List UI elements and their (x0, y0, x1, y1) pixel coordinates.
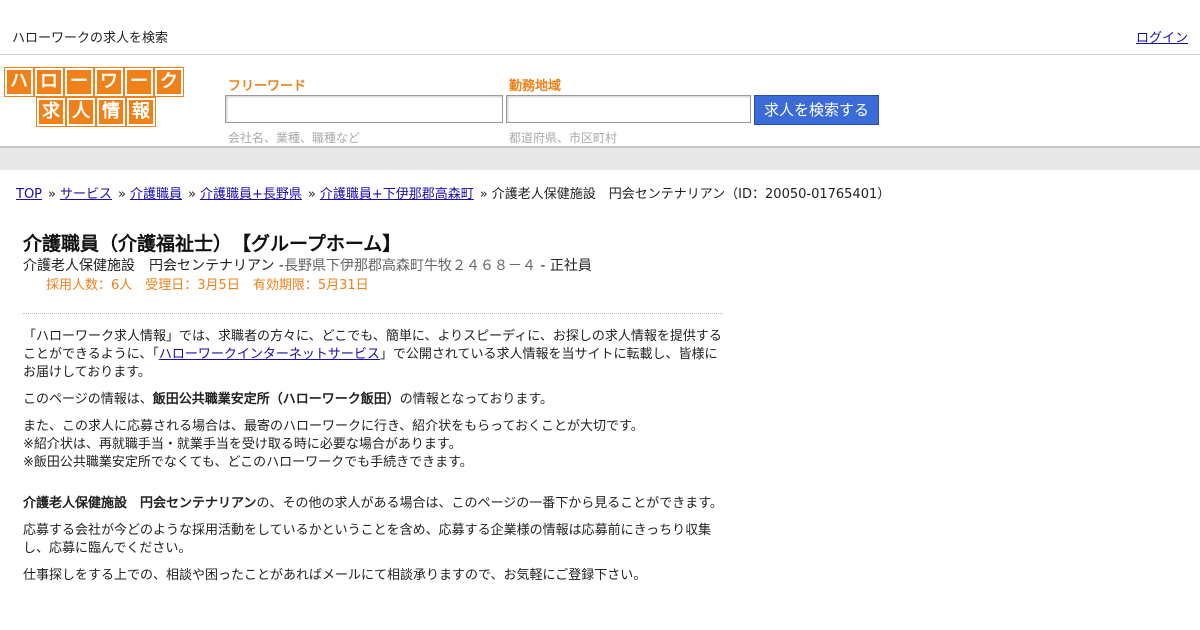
area-label: 勤務地域 (509, 79, 562, 94)
keyword-input[interactable] (225, 95, 503, 123)
header: ハ ロ ー ワ ー ク 求 人 情 報 フリーワード 会社名、業種、職種など 勤… (0, 55, 1200, 148)
site-logo[interactable]: ハ ロ ー ワ ー ク 求 人 情 報 (4, 67, 185, 128)
breadcrumb-sep: » (307, 187, 316, 202)
other-jobs-company: 介護老人保健施設 円会センテナリアン (23, 496, 257, 511)
logo-char: 情 (96, 97, 126, 127)
logo-char: ハ (4, 67, 34, 97)
breadcrumb-sep: » (118, 187, 126, 202)
referral-line-1: また、この求人に応募される場合は、最寄のハローワークに行き、紹介状をもらっておく… (23, 419, 644, 434)
main-content: 介護職員（介護福祉士） 【グループホーム】 介護老人保健施設 円会センテナリアン… (23, 232, 723, 594)
area-input[interactable] (506, 95, 751, 123)
breadcrumb-sep: » (187, 187, 196, 202)
divider (23, 313, 723, 314)
search-button[interactable]: 求人を検索する (754, 95, 879, 125)
breadcrumb-link-top[interactable]: TOP (16, 187, 42, 202)
separator-dash: - (274, 258, 284, 274)
breadcrumb-sep: » (479, 187, 488, 202)
breadcrumb-sep: » (48, 187, 56, 202)
breadcrumb-link-kaigo[interactable]: 介護職員 (130, 187, 182, 202)
breadcrumb-link-kaigo-nagano[interactable]: 介護職員+長野県 (200, 187, 302, 202)
breadcrumb-link-service[interactable]: サービス (60, 187, 112, 202)
sub-bar (0, 148, 1200, 170)
keyword-hint: 会社名、業種、職種など (228, 131, 361, 145)
intro-paragraph: 「ハローワーク求人情報」では、求職者の方々に、どこでも、簡単に、よりスピーディに… (23, 328, 723, 382)
referral-paragraph: また、この求人に応募される場合は、最寄のハローワークに行き、紹介状をもらっておく… (23, 418, 723, 472)
company-name: 介護老人保健施設 円会センテナリアン (23, 258, 275, 274)
top-bar: ハローワークの求人を検索 ログイン (0, 0, 1200, 55)
consult-paragraph: 仕事探しをする上での、相談や困ったことがあればメールにて相談承りますので、お気軽… (23, 568, 647, 583)
job-meta: 採用人数：6人 受理日：3月5日 有効期限：5月31日 (46, 278, 369, 293)
login-link[interactable]: ログイン (1136, 27, 1188, 46)
other-jobs-paragraph: 介護老人保健施設 円会センテナリアンの、その他の求人がある場合は、このページの一… (23, 495, 723, 513)
job-subtitle: 介護老人保健施設 円会センテナリアン -長野県下伊那郡高森町牛牧２４６８－４ -… (23, 256, 723, 276)
source-office: 飯田公共職業安定所（ハローワーク飯田） (152, 392, 400, 407)
other-jobs-text: の、その他の求人がある場合は、このページの一番下から見ることができます。 (256, 496, 723, 511)
source-text-1: このページの情報は、 (23, 392, 153, 407)
separator-dash: - (535, 258, 550, 274)
logo-char: ワ (94, 67, 124, 97)
logo-char: 報 (126, 97, 156, 127)
logo-char: ー (124, 67, 154, 97)
referral-line-2: ※紹介状は、再就職手当・就業手当を受け取る時に必要な場合があります。 (23, 437, 462, 452)
logo-char: ロ (34, 67, 64, 97)
source-text-2: の情報となっております。 (399, 392, 554, 407)
breadcrumb-current: 介護老人保健施設 円会センテナリアン（ID：20050-01765401） (491, 187, 891, 202)
logo-char: 求 (36, 97, 66, 127)
site-tagline: ハローワークの求人を検索 (12, 31, 169, 46)
keyword-label: フリーワード (228, 79, 307, 94)
employment-type: 正社員 (549, 258, 592, 274)
breadcrumb-link-kaigo-takamori[interactable]: 介護職員+下伊那郡高森町 (320, 187, 474, 202)
breadcrumb: TOP» サービス» 介護職員» 介護職員+長野県» 介護職員+下伊那郡高森町» 介護老人… (16, 183, 890, 202)
advice-paragraph: 応募する会社が今どのような採用活動をしているかということを含め、応募する企業様の… (23, 523, 712, 556)
logo-char: ク (154, 67, 184, 97)
logo-char: 人 (66, 97, 96, 127)
area-hint: 都道府県、市区町村 (509, 131, 618, 145)
job-address: 長野県下伊那郡高森町牛牧２４６８－４ (283, 258, 536, 274)
hellowork-internet-link[interactable]: ハローワークインターネットサービス (159, 347, 380, 362)
job-title: 介護職員（介護福祉士） 【グループホーム】 (23, 233, 402, 255)
logo-char: ー (64, 67, 94, 97)
referral-line-3: ※飯田公共職業安定所でなくても、どこのハローワークでも手続きできます。 (23, 455, 473, 470)
source-paragraph: このページの情報は、飯田公共職業安定所（ハローワーク飯田）の情報となっております… (23, 391, 723, 409)
